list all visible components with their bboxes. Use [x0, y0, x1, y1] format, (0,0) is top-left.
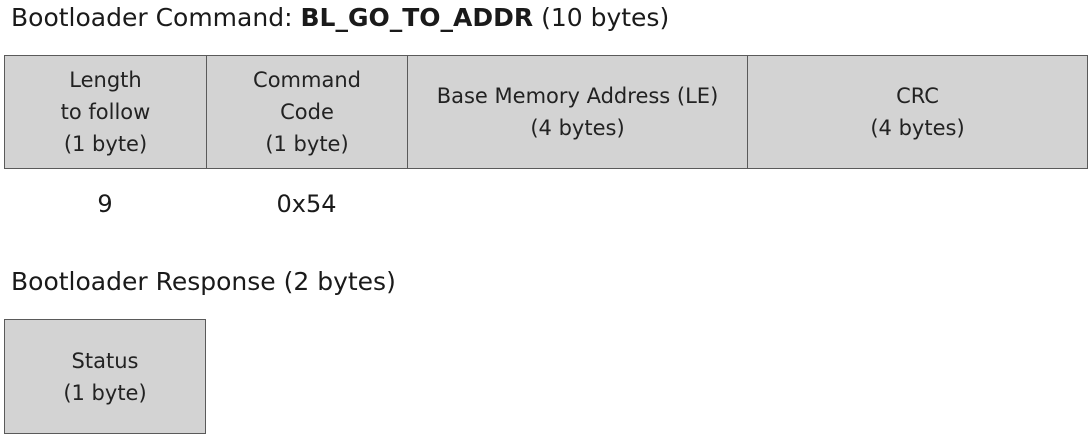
field-size: (1 byte): [63, 380, 147, 405]
field-label-line: Length: [69, 68, 142, 92]
field-label-line: Base Memory Address (LE): [436, 84, 719, 108]
field-length-to-follow: Length to follow (1 byte): [4, 55, 207, 169]
field-status: Status (1 byte): [4, 319, 206, 434]
response-packet-format: Status (1 byte): [4, 319, 206, 434]
field-base-memory-address: Base Memory Address (LE) (4 bytes): [407, 55, 748, 169]
field-label-line: Code: [280, 100, 334, 124]
field-label-line: Status: [71, 348, 139, 373]
field-size: (4 bytes): [530, 116, 625, 140]
field-size: (1 byte): [265, 132, 349, 156]
field-crc: CRC (4 bytes): [747, 55, 1088, 169]
command-title-prefix: Bootloader Command:: [11, 3, 301, 32]
length-value: 9: [97, 190, 113, 218]
field-size: (4 bytes): [870, 116, 965, 140]
command-code-value: 0x54: [276, 190, 337, 218]
field-size: (1 byte): [63, 132, 148, 156]
field-label-line: to follow: [60, 100, 151, 124]
response-title: Bootloader Response (2 bytes): [11, 267, 396, 296]
command-name: BL_GO_TO_ADDR: [300, 3, 534, 32]
field-label-line: Command: [253, 68, 361, 92]
command-title-suffix: (10 bytes): [533, 3, 670, 32]
command-packet-format: Length to follow (1 byte) Command Code (…: [4, 55, 1088, 169]
field-command-code: Command Code (1 byte): [206, 55, 408, 169]
field-label-line: CRC: [896, 84, 939, 108]
command-title: Bootloader Command: BL_GO_TO_ADDR (10 by…: [11, 1, 669, 35]
